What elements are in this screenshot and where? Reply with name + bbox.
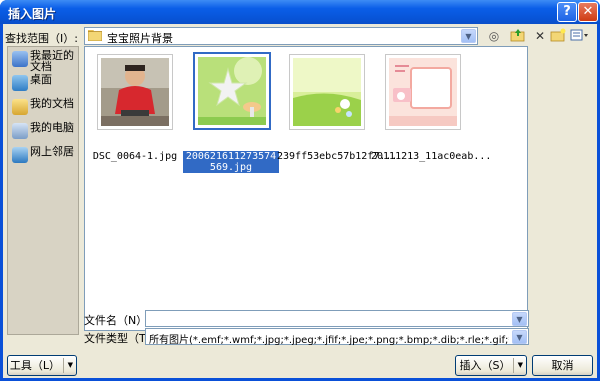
file-thumbnail[interactable] xyxy=(289,54,365,130)
recent-documents-icon xyxy=(12,51,28,67)
place-label: 我最近的文档 xyxy=(30,49,74,73)
my-documents-icon xyxy=(12,99,28,115)
tools-button[interactable]: 工具（L） ▼ xyxy=(7,355,77,376)
help-button[interactable]: ? xyxy=(557,2,577,22)
split-divider xyxy=(63,358,64,373)
views-menu-icon[interactable] xyxy=(569,28,591,44)
insert-button-label: 插入（S） xyxy=(459,359,511,372)
places-bar: 我最近的文档 桌面 我的文档 我的电脑 网上邻居 xyxy=(7,46,79,335)
title-bar: 插入图片 ? ✕ xyxy=(0,0,600,24)
look-in-combo[interactable]: 宝宝照片背景 ▼ xyxy=(84,27,478,45)
place-label: 网上邻居 xyxy=(30,145,74,158)
file-name-label[interactable]: 20111213_11ac0eab... xyxy=(371,151,491,162)
file-name-label[interactable]: DSC_0064-1.jpg xyxy=(85,151,185,162)
look-in-label: 查找范围（I）: xyxy=(5,32,78,45)
look-in-value: 宝宝照片背景 xyxy=(107,32,173,45)
new-folder-icon[interactable] xyxy=(549,28,567,44)
desktop-icon xyxy=(12,75,28,91)
back-icon[interactable]: ◎ xyxy=(485,28,503,44)
chevron-down-icon[interactable]: ▼ xyxy=(512,330,527,344)
chevron-down-icon[interactable]: ▼ xyxy=(461,29,476,43)
dialog-window: 插入图片 ? ✕ 查找范围（I）: 宝宝照片背景 ▼ ◎ ✕ 我最近的文档 桌面… xyxy=(0,0,600,381)
photo-thumbnail-image xyxy=(101,58,169,126)
tools-button-label: 工具（L） xyxy=(9,359,61,372)
meadow-thumbnail-image xyxy=(293,58,361,126)
file-list[interactable]: DSC_0064-1.jpg 200621611273574569.jpg 23… xyxy=(84,46,528,331)
close-button[interactable]: ✕ xyxy=(578,2,598,22)
split-divider xyxy=(513,358,514,373)
file-name-field-label: 文件名（N）: xyxy=(84,314,151,327)
cancel-button[interactable]: 取消 xyxy=(532,355,593,376)
delete-icon[interactable]: ✕ xyxy=(531,28,549,44)
place-network[interactable]: 网上邻居 xyxy=(10,145,76,179)
window-title: 插入图片 xyxy=(8,7,57,21)
network-places-icon xyxy=(12,147,28,163)
file-thumbnail-selected[interactable] xyxy=(193,52,271,130)
dialog-body: 查找范围（I）: 宝宝照片背景 ▼ ◎ ✕ 我最近的文档 桌面 我的文档 我的电… xyxy=(3,24,597,378)
file-name-label[interactable]: 239ff53ebc57b12f7... xyxy=(277,151,397,162)
file-name-label-selected[interactable]: 200621611273574569.jpg xyxy=(183,151,279,173)
chevron-down-icon[interactable]: ▼ xyxy=(518,356,523,375)
file-name-input[interactable]: ▼ xyxy=(145,310,529,327)
place-label: 我的电脑 xyxy=(30,121,74,134)
place-label: 桌面 xyxy=(30,73,52,86)
chevron-down-icon[interactable]: ▼ xyxy=(68,356,73,375)
my-computer-icon xyxy=(12,123,28,139)
star-background-thumbnail-image xyxy=(198,57,266,125)
folder-icon xyxy=(88,30,102,41)
file-type-value: 所有图片(*.emf;*.wmf;*.jpg;*.jpeg;*.jfif;*.j… xyxy=(149,335,509,346)
file-thumbnail[interactable] xyxy=(385,54,461,130)
file-thumbnail[interactable] xyxy=(97,54,173,130)
file-type-select[interactable]: 所有图片(*.emf;*.wmf;*.jpg;*.jpeg;*.jfif;*.j… xyxy=(145,328,529,346)
pink-frame-thumbnail-image xyxy=(389,58,457,126)
place-label: 我的文档 xyxy=(30,97,74,110)
chevron-down-icon[interactable]: ▼ xyxy=(512,312,527,326)
up-folder-icon[interactable] xyxy=(509,28,527,44)
insert-button[interactable]: 插入（S） ▼ xyxy=(455,355,527,376)
